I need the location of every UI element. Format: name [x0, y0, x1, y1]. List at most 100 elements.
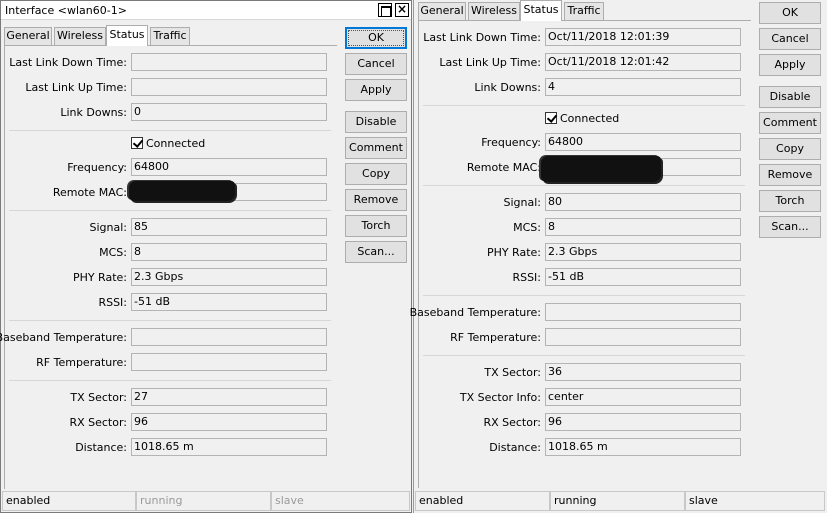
distance-field[interactable]: 1018.65 m: [131, 438, 327, 456]
field-label: RF Temperature:: [450, 331, 541, 344]
rssi-field[interactable]: -51 dB: [545, 268, 741, 286]
last-link-up-time-field[interactable]: Oct/11/2018 12:01:42: [545, 53, 741, 71]
status-bar: enabled running slave: [2, 491, 410, 511]
rf-temperature-field[interactable]: [545, 328, 741, 346]
comment-button[interactable]: Comment: [759, 112, 821, 134]
redacted-mac-scribble: [541, 156, 661, 182]
field-label: MCS:: [99, 246, 127, 259]
tab-bar: General Wireless Status Traffic: [4, 25, 344, 46]
distance-field[interactable]: 1018.65 m: [545, 438, 741, 456]
phy-rate-field[interactable]: 2.3 Gbps: [545, 243, 741, 261]
separator: [423, 355, 745, 356]
tab-general[interactable]: General: [4, 27, 52, 45]
apply-button[interactable]: Apply: [759, 54, 821, 76]
link-downs-field[interactable]: 0: [131, 103, 327, 121]
status-slave: slave: [271, 491, 410, 511]
tab-status[interactable]: Status: [106, 25, 148, 46]
baseband-temperature-field[interactable]: [545, 303, 741, 321]
tab-wireless[interactable]: Wireless: [54, 27, 106, 45]
field-label: RSSI:: [98, 296, 127, 309]
rx-sector-field[interactable]: 96: [131, 413, 327, 431]
field-label: RX Sector:: [69, 416, 127, 429]
status-bar: enabled running slave: [415, 491, 825, 511]
tab-traffic[interactable]: Traffic: [150, 27, 190, 45]
separator: [9, 380, 331, 381]
phy-rate-field[interactable]: 2.3 Gbps: [131, 268, 327, 286]
connected-checkbox[interactable]: Connected: [131, 137, 205, 150]
rf-temperature-field[interactable]: [131, 353, 327, 371]
connected-checkbox[interactable]: Connected: [545, 112, 619, 125]
remove-button[interactable]: Remove: [345, 189, 407, 211]
field-label: Link Downs:: [60, 106, 127, 119]
disable-button[interactable]: Disable: [759, 86, 821, 108]
field-label: PHY Rate:: [72, 271, 127, 284]
left-interface-window: Interface <wlan60-1> × General Wireless …: [0, 0, 412, 513]
ok-button[interactable]: OK: [345, 27, 407, 49]
comment-button[interactable]: Comment: [345, 137, 407, 159]
cancel-button[interactable]: Cancel: [759, 28, 821, 50]
last-link-down-time-field[interactable]: [131, 53, 327, 71]
link-downs-field[interactable]: 4: [545, 78, 741, 96]
separator: [423, 295, 745, 296]
tab-wireless[interactable]: Wireless: [468, 2, 520, 20]
separator: [423, 185, 745, 186]
checkbox-check-icon[interactable]: [131, 137, 143, 149]
field-label: TX Sector:: [70, 391, 127, 404]
baseband-temperature-field[interactable]: [131, 328, 327, 346]
apply-button[interactable]: Apply: [345, 79, 407, 101]
signal-field[interactable]: 80: [545, 193, 741, 211]
tx-sector-info-field[interactable]: center: [545, 388, 741, 406]
field-label: Remote MAC:: [52, 186, 127, 199]
separator: [423, 105, 745, 106]
checkbox-check-icon[interactable]: [545, 112, 557, 124]
frequency-field[interactable]: 64800: [131, 158, 327, 176]
connected-label: Connected: [560, 112, 620, 125]
cancel-button[interactable]: Cancel: [345, 53, 407, 75]
tab-traffic[interactable]: Traffic: [564, 2, 604, 20]
rx-sector-field[interactable]: 96: [545, 413, 741, 431]
remove-button[interactable]: Remove: [759, 164, 821, 186]
close-icon[interactable]: ×: [395, 3, 409, 17]
signal-field[interactable]: 85: [131, 218, 327, 236]
field-label: Remote MAC:: [466, 161, 541, 174]
rssi-field[interactable]: -51 dB: [131, 293, 327, 311]
status-enabled: enabled: [2, 491, 136, 511]
last-link-down-time-field[interactable]: Oct/11/2018 12:01:39: [545, 28, 741, 46]
field-label: Baseband Temperature:: [409, 306, 541, 319]
redacted-mac-scribble: [129, 181, 235, 201]
scan-button[interactable]: Scan...: [345, 241, 407, 263]
window-title: Interface <wlan60-1>: [5, 4, 127, 17]
field-label: Frequency:: [481, 136, 541, 149]
copy-button[interactable]: Copy: [759, 138, 821, 160]
field-label: TX Sector Info:: [459, 391, 541, 404]
scan-button[interactable]: Scan...: [759, 216, 821, 238]
mcs-field[interactable]: 8: [545, 218, 741, 236]
field-label: Signal:: [89, 221, 128, 234]
frequency-field[interactable]: 64800: [545, 133, 741, 151]
torch-button[interactable]: Torch: [759, 190, 821, 212]
last-link-up-time-field[interactable]: [131, 78, 327, 96]
ok-button[interactable]: OK: [759, 2, 821, 24]
separator: [9, 210, 331, 211]
tab-status[interactable]: Status: [520, 0, 562, 21]
field-label: Signal:: [503, 196, 542, 209]
field-label: TX Sector:: [484, 366, 541, 379]
mcs-field[interactable]: 8: [131, 243, 327, 261]
torch-button[interactable]: Torch: [345, 215, 407, 237]
field-label: RSSI:: [512, 271, 541, 284]
disable-button[interactable]: Disable: [345, 111, 407, 133]
tx-sector-field[interactable]: 36: [545, 363, 741, 381]
field-label: RF Temperature:: [36, 356, 127, 369]
right-interface-window: General Wireless Status Traffic Last Lin…: [410, 0, 827, 513]
title-bar[interactable]: Interface <wlan60-1> ×: [1, 1, 411, 20]
status-panel: Last Link Down Time: Oct/11/2018 12:01:3…: [410, 20, 751, 488]
tab-general[interactable]: General: [418, 2, 466, 20]
field-label: MCS:: [513, 221, 541, 234]
tx-sector-field[interactable]: 27: [131, 388, 327, 406]
copy-button[interactable]: Copy: [345, 163, 407, 185]
field-label: Last Link Up Time:: [439, 56, 541, 69]
field-label: Distance:: [75, 441, 127, 454]
connected-label: Connected: [146, 137, 206, 150]
maximize-icon[interactable]: [378, 3, 392, 17]
status-slave: slave: [685, 491, 825, 511]
